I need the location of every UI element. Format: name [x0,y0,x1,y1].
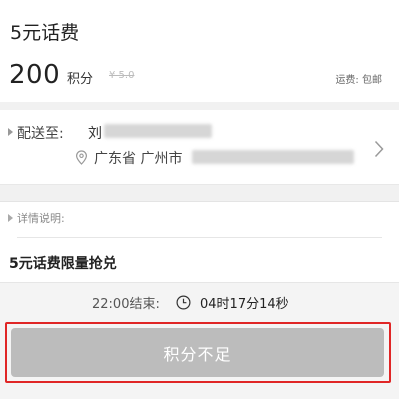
location-pin-icon [75,150,88,165]
redacted-recipient [104,124,212,138]
section-divider [0,184,399,202]
points-unit: 积分 [67,72,94,87]
shipping-info: 运费: 包邮 [335,75,382,86]
recipient-name: 刘 [88,126,102,142]
delivery-address-row[interactable] [0,110,399,184]
insufficient-points-button[interactable]: 积分不足 [11,328,384,377]
promo-text: 5元话费限量抢兑 [9,256,117,272]
triangle-right-icon [8,128,13,136]
clock-icon [176,295,191,310]
redacted-address [192,150,354,164]
original-price: ¥ 5.0 [109,70,135,81]
details-label: 详情说明: [17,212,65,225]
countdown-timer: 04时17分14秒 [200,297,289,312]
delivery-label: 配送至: [17,126,64,142]
end-time-label: 22:00结束: [92,297,160,312]
points-price: 200 [9,60,61,90]
address-location: 广东省 广州市 [94,151,183,167]
triangle-right-icon [8,214,13,222]
product-title: 5元话费 [10,22,80,44]
divider-line [17,237,382,238]
chevron-right-icon[interactable] [374,140,384,158]
